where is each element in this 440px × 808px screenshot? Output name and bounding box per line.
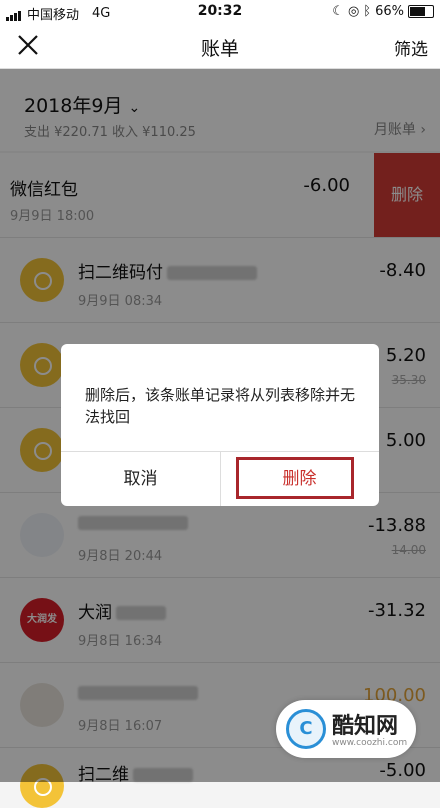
bluetooth-icon: ᛒ bbox=[363, 4, 372, 19]
nav-bar: 账单 筛选 bbox=[0, 24, 440, 69]
watermark-title: 酷知网 bbox=[332, 714, 399, 739]
battery-icon bbox=[408, 5, 434, 18]
moon-icon: ☾ bbox=[332, 4, 344, 19]
watermark-logo-icon: C bbox=[286, 709, 326, 749]
watermark-url: www.coozhi.com bbox=[332, 738, 408, 748]
filter-button[interactable]: 筛选 bbox=[394, 35, 428, 60]
dialog-message: 删除后，该条账单记录将从列表移除并无法找回 bbox=[85, 386, 356, 426]
watermark: C 酷知网 www.coozhi.com bbox=[276, 700, 416, 758]
highlight-box bbox=[236, 457, 354, 499]
lock-rotation-icon: ◎ bbox=[347, 4, 360, 19]
page-title: 账单 bbox=[200, 38, 239, 60]
battery-percent: 66% bbox=[375, 4, 404, 19]
cancel-button[interactable]: 取消 bbox=[61, 452, 221, 506]
status-bar: 中国移动 4G 20:32 ☾ ◎ ᛒ 66% bbox=[0, 0, 440, 24]
